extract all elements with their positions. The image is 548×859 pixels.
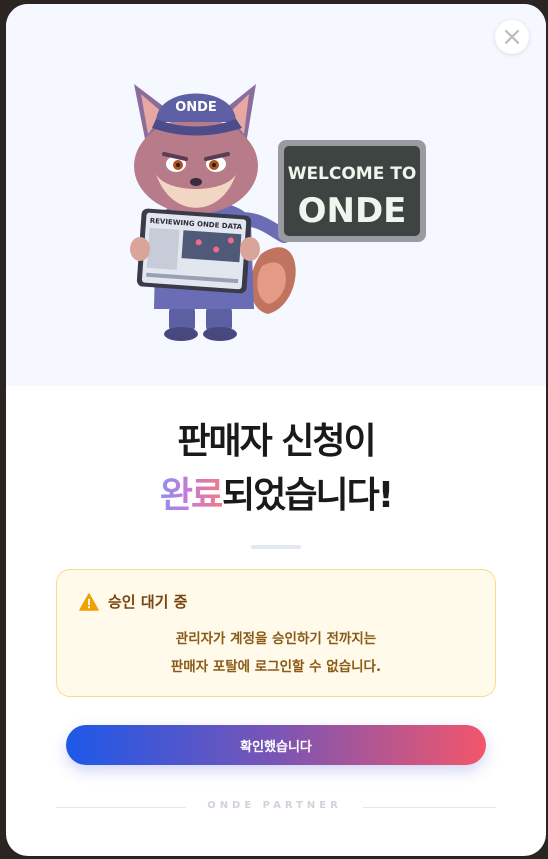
notice-title: 승인 대기 중 xyxy=(108,593,188,611)
cap-label: ONDE xyxy=(175,100,217,115)
notice-line2: 판매자 포탈에 로그인할 수 없습니다. xyxy=(170,659,382,675)
footer-brand: ONDE PARTNER xyxy=(207,800,342,811)
page-title-line2: 완료되었습니다! xyxy=(6,474,546,518)
approval-pending-notice: 승인 대기 중 관리자가 계정을 승인하기 전까지는 판매자 포탈에 로그인할 … xyxy=(56,569,496,697)
close-icon: × xyxy=(501,22,523,52)
sign-line2: ONDE xyxy=(298,191,407,231)
page-title-line1: 판매자 신청이 xyxy=(177,421,376,462)
footer-divider-left xyxy=(56,807,186,808)
warning-icon xyxy=(79,592,99,611)
notice-header: 승인 대기 중 xyxy=(79,591,187,612)
footer-divider-right xyxy=(363,807,496,808)
title-rest: 되었습니다! xyxy=(222,475,394,516)
hero-illustration-area: ONDE WELCOME TO ONDE REVIEWING ONDE DATA xyxy=(6,4,546,386)
notice-line1: 관리자가 계정을 승인하기 전까지는 xyxy=(175,631,377,647)
completion-modal: ONDE WELCOME TO ONDE REVIEWING ONDE DATA xyxy=(6,4,546,856)
sign-line1: WELCOME TO xyxy=(288,164,417,184)
confirm-button[interactable]: 확인했습니다 xyxy=(66,725,486,765)
fox-mascot-illustration: ONDE WELCOME TO ONDE REVIEWING ONDE DATA xyxy=(130,84,426,341)
title-highlight: 완료 xyxy=(159,475,224,516)
close-button[interactable]: × xyxy=(495,20,529,54)
divider xyxy=(251,545,301,549)
